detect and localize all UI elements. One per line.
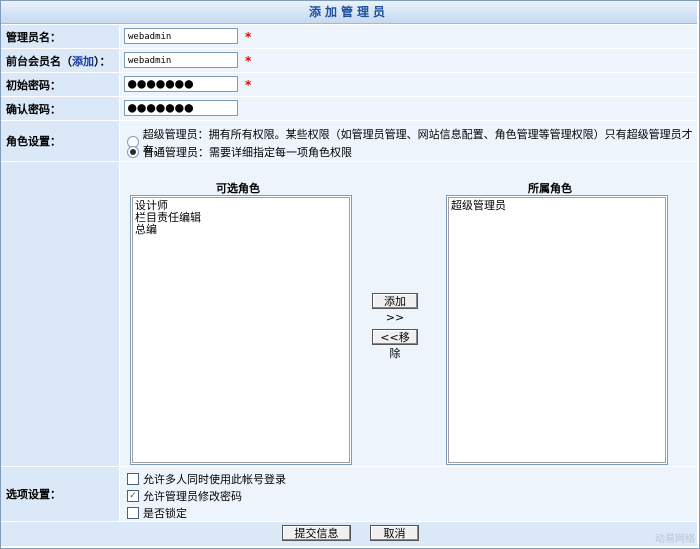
page-title: 添加管理员 [1, 1, 697, 24]
required-mark: * [245, 30, 252, 44]
normal-admin-radio[interactable] [127, 146, 139, 158]
confirm-password-row: 确认密码： ●●●●●●● [1, 97, 697, 121]
watermark: 动易网络 [655, 534, 695, 545]
frontend-member-label: 前台会员名（ 添加）： [1, 49, 119, 72]
admin-name-row: 管理员名： webadmin * [1, 25, 697, 49]
available-roles-title: 可选角色 [216, 182, 260, 195]
assigned-roles-list[interactable]: 超级管理员 [446, 195, 668, 465]
available-roles-list[interactable]: 设计师 栏目责任编辑 总编 [130, 195, 352, 465]
confirm-password-input[interactable]: ●●●●●●● [124, 100, 238, 116]
allow-multi-login-option[interactable]: 允许多人同时使用此帐号登录 [127, 471, 286, 487]
assigned-roles-title: 所属角色 [528, 182, 572, 195]
role-settings-row: 角色设置： 超级管理员：拥有所有权限。某些权限（如管理员管理、网站信息配置、角色… [1, 121, 697, 162]
add-role-button[interactable]: 添加>> [372, 293, 418, 324]
lock-account-option[interactable]: 是否锁定 [127, 505, 187, 521]
allow-change-password-checkbox[interactable]: ✓ [127, 490, 139, 502]
allow-multi-login-checkbox[interactable] [127, 473, 139, 485]
list-item[interactable]: 栏目责任编辑 [135, 212, 347, 224]
normal-admin-option[interactable]: 普通管理员：需要详细指定每一项角色权限 [127, 144, 352, 160]
role-assignment-row: 可选角色 设计师 栏目责任编辑 总编 添加>> <<移除 所属角色 超级管理员 [1, 162, 697, 467]
remove-role-button[interactable]: <<移除 [372, 329, 418, 360]
options-row: 选项设置： 允许多人同时使用此帐号登录 ✓ 允许管理员修改密码 是否锁定 [1, 467, 697, 522]
required-mark: * [245, 78, 252, 92]
admin-name-input[interactable]: webadmin [124, 28, 238, 44]
required-mark: * [245, 54, 252, 68]
allow-change-password-option[interactable]: ✓ 允许管理员修改密码 [127, 488, 242, 504]
options-label: 选项设置： [1, 467, 119, 521]
normal-admin-text: 普通管理员：需要详细指定每一项角色权限 [143, 146, 352, 159]
cancel-button[interactable]: 取消 [370, 525, 419, 541]
role-settings-label: 角色设置： [1, 121, 119, 161]
admin-name-label: 管理员名： [1, 25, 119, 48]
initial-password-input[interactable]: ●●●●●●● [124, 76, 238, 92]
frontend-member-input[interactable]: webadmin [124, 52, 238, 68]
list-item[interactable]: 总编 [135, 224, 347, 236]
submit-button[interactable]: 提交信息 [282, 525, 351, 541]
initial-password-label: 初始密码： [1, 73, 119, 96]
add-member-link[interactable]: 添加 [72, 53, 94, 69]
lock-account-checkbox[interactable] [127, 507, 139, 519]
frontend-member-row: 前台会员名（ 添加）： webadmin * [1, 49, 697, 73]
initial-password-row: 初始密码： ●●●●●●● * [1, 73, 697, 97]
confirm-password-label: 确认密码： [1, 97, 119, 120]
list-item[interactable]: 超级管理员 [451, 200, 663, 212]
form-footer: 提交信息 取消 动易网络 [1, 522, 697, 546]
